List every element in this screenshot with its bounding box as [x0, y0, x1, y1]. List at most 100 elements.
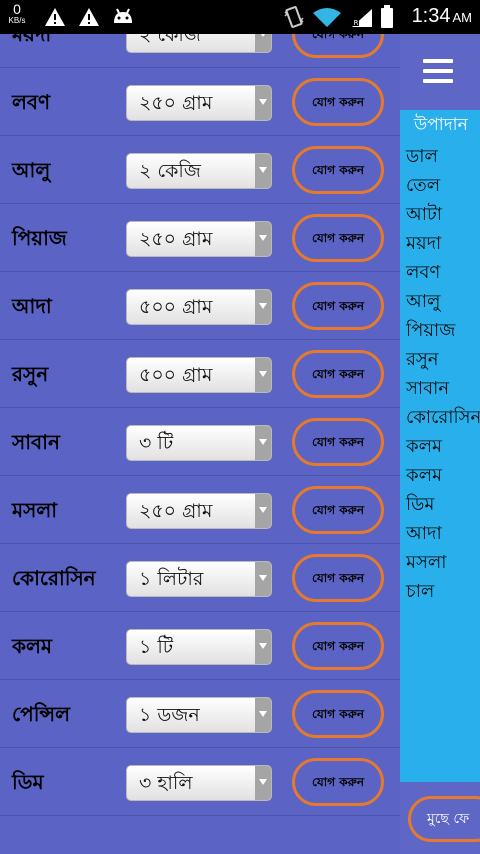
amount-dropdown[interactable]: ৩ হালি — [126, 765, 272, 801]
item-name: কলম — [12, 634, 53, 658]
ingredient-item[interactable]: আটা — [406, 200, 480, 229]
add-button[interactable]: যোগ করুন — [292, 758, 384, 806]
add-button[interactable]: যোগ করুন — [292, 690, 384, 738]
amount-value: ৫০০ গ্রাম — [139, 296, 213, 318]
amount-dropdown[interactable]: ৫০০ গ্রাম — [126, 357, 272, 393]
amount-dropdown[interactable]: ৫০০ গ্রাম — [126, 289, 272, 325]
svg-text:R: R — [354, 19, 359, 27]
ingredient-item[interactable]: তেল — [406, 171, 480, 200]
amount-dropdown[interactable]: ৩ টি — [126, 425, 272, 461]
amount-dropdown[interactable]: ২৫০ গ্রাম — [126, 493, 272, 529]
add-button[interactable]: যোগ করুন — [292, 350, 384, 398]
add-button[interactable]: যোগ করুন — [292, 486, 384, 534]
list-item: কোরোসিন ১ লিটার যোগ করুন — [0, 544, 400, 612]
warning-icon — [78, 7, 100, 31]
side-panel: উপাদান ডাল তেল আটা ময়দা লবণ আলু পিয়াজ … — [400, 34, 480, 854]
amount-dropdown[interactable]: ১ লিটার — [126, 561, 272, 597]
ingredient-item[interactable]: ডিম — [406, 490, 480, 519]
amount-value: ২ কেজি — [139, 34, 201, 46]
item-name: রসুন — [12, 362, 49, 386]
ingredient-item[interactable]: কলম — [406, 432, 480, 461]
ingredient-item[interactable]: কলম — [406, 461, 480, 490]
clock-time: 1:34 — [411, 5, 451, 27]
clock: 1:34 AM — [412, 5, 472, 28]
dropdown-arrow-icon — [255, 290, 271, 324]
ingredient-heading: উপাদান — [414, 115, 468, 135]
amount-dropdown[interactable]: ২ কেজি — [126, 153, 272, 189]
ingredient-item[interactable]: ডাল — [406, 142, 480, 171]
dropdown-arrow-icon — [255, 630, 271, 664]
ingredient-item[interactable]: চাল — [406, 577, 480, 606]
clock-ampm: AM — [452, 10, 473, 25]
amount-dropdown[interactable]: ২ কেজি — [126, 34, 272, 53]
network-speed-unit: KB/s — [8, 16, 26, 25]
list-item: কলম ১ টি যোগ করুন — [0, 612, 400, 680]
ingredient-item[interactable]: কোরোসিন — [406, 403, 480, 432]
amount-value: ১ লিটার — [139, 568, 204, 590]
item-name: পিয়াজ — [12, 226, 67, 250]
battery-icon — [380, 5, 394, 33]
add-button[interactable]: যোগ করুন — [292, 34, 384, 58]
list-item: পিয়াজ ২৫০ গ্রাম যোগ করুন — [0, 204, 400, 272]
list-item: লবণ ২৫০ গ্রাম যোগ করুন — [0, 68, 400, 136]
dropdown-arrow-icon — [255, 358, 271, 392]
add-button[interactable]: যোগ করুন — [292, 554, 384, 602]
dropdown-arrow-icon — [255, 426, 271, 460]
add-button[interactable]: যোগ করুন — [292, 78, 384, 126]
wifi-icon — [312, 6, 342, 32]
list-item: আদা ৫০০ গ্রাম যোগ করুন — [0, 272, 400, 340]
item-name: ডিম — [12, 770, 44, 794]
amount-value: ২ কেজি — [139, 160, 201, 182]
amount-value: ৩ টি — [139, 432, 174, 454]
signal-icon: R — [350, 8, 374, 32]
item-name: লবণ — [12, 90, 51, 114]
amount-dropdown[interactable]: ২৫০ গ্রাম — [126, 85, 272, 121]
ingredient-item[interactable]: আলু — [406, 287, 480, 316]
item-name: পেন্সিল — [12, 702, 71, 726]
amount-dropdown[interactable]: ১ ডজন — [126, 697, 272, 733]
network-speed-value: 0 — [13, 1, 21, 17]
dropdown-arrow-icon — [255, 86, 271, 120]
dropdown-arrow-icon — [255, 766, 271, 800]
ingredient-item[interactable]: পিয়াজ — [406, 316, 480, 345]
list-item: রসুন ৫০০ গ্রাম যোগ করুন — [0, 340, 400, 408]
list-item: পেন্সিল ১ ডজন যোগ করুন — [0, 680, 400, 748]
list-item: ময়দা ২ কেজি যোগ করুন — [0, 34, 400, 68]
ingredient-item[interactable]: সাবান — [406, 374, 480, 403]
dropdown-arrow-icon — [255, 698, 271, 732]
list-item: সাবান ৩ টি যোগ করুন — [0, 408, 400, 476]
android-debug-icon — [112, 7, 134, 31]
dropdown-arrow-icon — [255, 222, 271, 256]
clear-button[interactable]: মুছে ফে — [408, 796, 480, 842]
amount-dropdown[interactable]: ২৫০ গ্রাম — [126, 221, 272, 257]
ingredient-item[interactable]: আদা — [406, 519, 480, 548]
ingredient-item[interactable]: লবণ — [406, 258, 480, 287]
dropdown-arrow-icon — [255, 154, 271, 188]
list-item: মসলা ২৫০ গ্রাম যোগ করুন — [0, 476, 400, 544]
ingredient-panel[interactable]: উপাদান ডাল তেল আটা ময়দা লবণ আলু পিয়াজ … — [400, 110, 480, 782]
amount-dropdown[interactable]: ১ টি — [126, 629, 272, 665]
add-button[interactable]: যোগ করুন — [292, 282, 384, 330]
amount-value: ২৫০ গ্রাম — [139, 92, 213, 114]
ingredient-item[interactable]: ময়দা — [406, 229, 480, 258]
menu-icon[interactable] — [418, 56, 458, 86]
amount-value: ৫০০ গ্রাম — [139, 364, 213, 386]
ingredient-item[interactable]: মসলা — [406, 548, 480, 577]
dropdown-arrow-icon — [255, 494, 271, 528]
amount-value: ২৫০ গ্রাম — [139, 500, 213, 522]
item-name: আদা — [12, 294, 52, 318]
add-button[interactable]: যোগ করুন — [292, 418, 384, 466]
list-item: আলু ২ কেজি যোগ করুন — [0, 136, 400, 204]
amount-value: ২৫০ গ্রাম — [139, 228, 213, 250]
add-button[interactable]: যোগ করুন — [292, 214, 384, 262]
status-bar: 0 KB/s R 1:34 AM — [0, 0, 480, 34]
add-button[interactable]: যোগ করুন — [292, 146, 384, 194]
item-name: কোরোসিন — [12, 566, 96, 590]
ingredient-item[interactable]: রসুন — [406, 345, 480, 374]
add-button[interactable]: যোগ করুন — [292, 622, 384, 670]
item-name: সাবান — [12, 430, 60, 454]
ingredient-list: ডাল তেল আটা ময়দা লবণ আলু পিয়াজ রসুন সা… — [406, 142, 480, 606]
item-list[interactable]: ময়দা ২ কেজি যোগ করুন লবণ ২৫০ গ্রাম যোগ … — [0, 34, 400, 854]
amount-value: ১ টি — [139, 636, 174, 658]
item-name: মসলা — [12, 498, 58, 522]
